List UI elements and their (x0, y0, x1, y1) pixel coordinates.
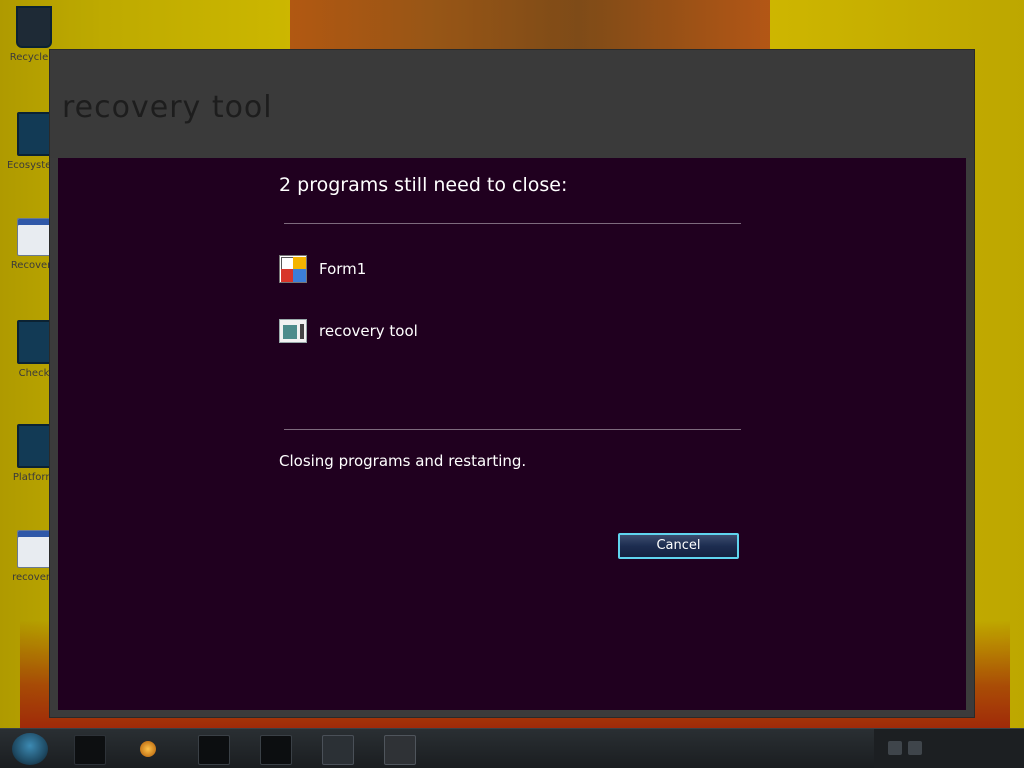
program-list-item: Form1 (279, 255, 366, 283)
recovery-tool-app-icon (279, 317, 307, 345)
taskbar-app-icon[interactable] (260, 735, 292, 765)
program-label: Form1 (319, 260, 367, 278)
network-icon[interactable] (888, 741, 902, 755)
divider-bottom (284, 429, 741, 430)
close-programs-dialog: 2 programs still need to close: Form1 re… (58, 158, 966, 710)
application-icon (17, 112, 51, 156)
status-text: Closing programs and restarting. (279, 452, 527, 470)
app-window: recovery tool 2 programs still need to c… (50, 50, 974, 717)
window-title: recovery tool (62, 90, 273, 125)
program-list-item: recovery tool (279, 317, 418, 345)
taskbar (0, 728, 1024, 768)
system-tray (874, 729, 1024, 768)
divider-top (284, 223, 741, 224)
window-icon (17, 218, 51, 256)
application-icon (17, 424, 51, 468)
program-label: recovery tool (319, 322, 418, 340)
window-header: recovery tool (50, 50, 974, 158)
start-button[interactable] (12, 733, 48, 765)
taskbar-app-icon[interactable] (140, 741, 156, 757)
taskbar-app-icon[interactable] (322, 735, 354, 765)
chevron-up-icon[interactable] (908, 741, 922, 755)
taskbar-app-icon[interactable] (74, 735, 106, 765)
cancel-button[interactable]: Cancel (618, 533, 739, 559)
taskbar-app-icon[interactable] (384, 735, 416, 765)
form1-app-icon (279, 255, 307, 283)
taskbar-app-icon[interactable] (198, 735, 230, 765)
window-icon (17, 530, 51, 568)
recycle-bin-icon (16, 6, 52, 48)
dialog-heading: 2 programs still need to close: (279, 174, 568, 196)
application-icon (17, 320, 51, 364)
